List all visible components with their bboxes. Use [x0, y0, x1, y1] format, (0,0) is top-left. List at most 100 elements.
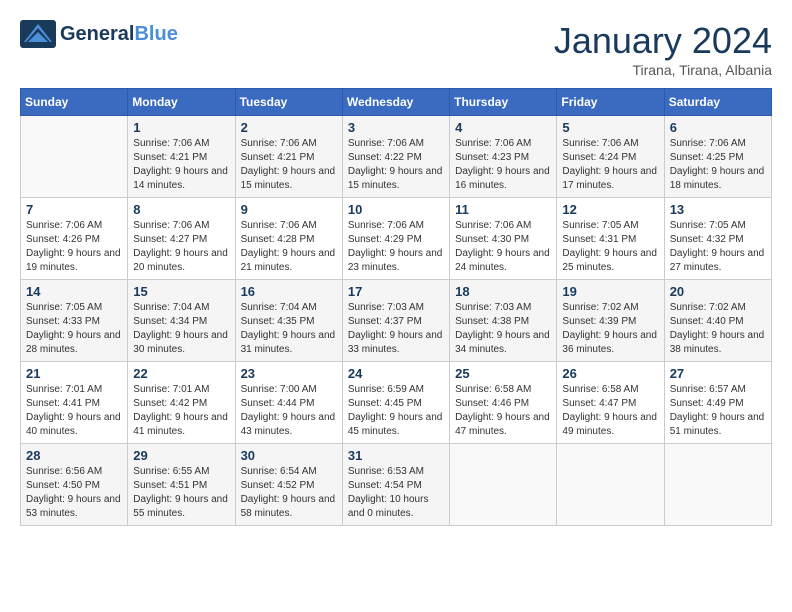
day-number: 8 [133, 202, 229, 217]
calendar-cell: 19 Sunrise: 7:02 AMSunset: 4:39 PMDayligh… [557, 280, 664, 362]
day-number: 16 [241, 284, 337, 299]
calendar-week-5: 28 Sunrise: 6:56 AMSunset: 4:50 PMDayligh… [21, 444, 772, 526]
day-info: Sunrise: 6:57 AMSunset: 4:49 PMDaylight:… [670, 383, 766, 439]
day-info: Sunrise: 7:01 AMSunset: 4:41 PMDaylight:… [26, 383, 122, 439]
logo: GeneralBlue [20, 20, 178, 48]
calendar-cell [450, 444, 557, 526]
day-info: Sunrise: 7:05 AMSunset: 4:31 PMDaylight:… [562, 219, 658, 275]
calendar-cell: 28 Sunrise: 6:56 AMSunset: 4:50 PMDayligh… [21, 444, 128, 526]
day-number: 2 [241, 120, 337, 135]
calendar-cell: 17 Sunrise: 7:03 AMSunset: 4:37 PMDayligh… [342, 280, 449, 362]
day-number: 21 [26, 366, 122, 381]
day-info: Sunrise: 7:02 AMSunset: 4:40 PMDaylight:… [670, 301, 766, 357]
calendar-cell: 8 Sunrise: 7:06 AMSunset: 4:27 PMDaylight… [128, 198, 235, 280]
calendar-cell: 3 Sunrise: 7:06 AMSunset: 4:22 PMDaylight… [342, 116, 449, 198]
calendar-cell [664, 444, 771, 526]
calendar-cell [557, 444, 664, 526]
day-number: 13 [670, 202, 766, 217]
day-info: Sunrise: 6:58 AMSunset: 4:46 PMDaylight:… [455, 383, 551, 439]
day-info: Sunrise: 7:06 AMSunset: 4:22 PMDaylight:… [348, 137, 444, 193]
day-info: Sunrise: 6:59 AMSunset: 4:45 PMDaylight:… [348, 383, 444, 439]
day-info: Sunrise: 7:06 AMSunset: 4:27 PMDaylight:… [133, 219, 229, 275]
calendar-week-1: 1 Sunrise: 7:06 AMSunset: 4:21 PMDaylight… [21, 116, 772, 198]
day-info: Sunrise: 6:56 AMSunset: 4:50 PMDaylight:… [26, 465, 122, 521]
calendar-cell: 18Sunrise: 7:03 AMSunset: 4:38 PMDayligh… [450, 280, 557, 362]
calendar-cell: 29Sunrise: 6:55 AMSunset: 4:51 PMDayligh… [128, 444, 235, 526]
day-header-saturday: Saturday [664, 89, 771, 116]
calendar-cell: 7 Sunrise: 7:06 AMSunset: 4:26 PMDaylight… [21, 198, 128, 280]
logo-general: General [60, 23, 134, 45]
day-header-friday: Friday [557, 89, 664, 116]
calendar-cell [21, 116, 128, 198]
day-header-monday: Monday [128, 89, 235, 116]
title-block: January 2024 Tirana, Tirana, Albania [554, 20, 772, 78]
day-number: 12 [562, 202, 658, 217]
day-number: 23 [241, 366, 337, 381]
day-info: Sunrise: 7:02 AMSunset: 4:39 PMDaylight:… [562, 301, 658, 357]
day-info: Sunrise: 7:03 AMSunset: 4:37 PMDaylight:… [348, 301, 444, 357]
day-info: Sunrise: 7:03 AMSunset: 4:38 PMDaylight:… [455, 301, 551, 357]
day-number: 27 [670, 366, 766, 381]
day-number: 6 [670, 120, 766, 135]
calendar-table: SundayMondayTuesdayWednesdayThursdayFrid… [20, 88, 772, 526]
day-number: 28 [26, 448, 122, 463]
day-info: Sunrise: 6:58 AMSunset: 4:47 PMDaylight:… [562, 383, 658, 439]
day-info: Sunrise: 7:00 AMSunset: 4:44 PMDaylight:… [241, 383, 337, 439]
day-number: 26 [562, 366, 658, 381]
calendar-cell: 15 Sunrise: 7:04 AMSunset: 4:34 PMDayligh… [128, 280, 235, 362]
calendar-cell: 12 Sunrise: 7:05 AMSunset: 4:31 PMDayligh… [557, 198, 664, 280]
calendar-cell: 22 Sunrise: 7:01 AMSunset: 4:42 PMDayligh… [128, 362, 235, 444]
day-number: 15 [133, 284, 229, 299]
day-info: Sunrise: 6:55 AMSunset: 4:51 PMDaylight:… [133, 465, 229, 521]
day-number: 1 [133, 120, 229, 135]
day-info: Sunrise: 7:06 AMSunset: 4:26 PMDaylight:… [26, 219, 122, 275]
calendar-cell: 25 Sunrise: 6:58 AMSunset: 4:46 PMDayligh… [450, 362, 557, 444]
day-number: 4 [455, 120, 551, 135]
calendar-cell: 27 Sunrise: 6:57 AMSunset: 4:49 PMDayligh… [664, 362, 771, 444]
day-header-sunday: Sunday [21, 89, 128, 116]
day-header-tuesday: Tuesday [235, 89, 342, 116]
day-number: 14 [26, 284, 122, 299]
calendar-week-2: 7 Sunrise: 7:06 AMSunset: 4:26 PMDaylight… [21, 198, 772, 280]
logo-blue: Blue [134, 23, 177, 45]
calendar-cell: 2Sunrise: 7:06 AMSunset: 4:21 PMDaylight… [235, 116, 342, 198]
calendar-cell: 14 Sunrise: 7:05 AMSunset: 4:33 PMDayligh… [21, 280, 128, 362]
calendar-cell: 16Sunrise: 7:04 AMSunset: 4:35 PMDayligh… [235, 280, 342, 362]
day-number: 25 [455, 366, 551, 381]
calendar-cell: 9Sunrise: 7:06 AMSunset: 4:28 PMDaylight… [235, 198, 342, 280]
calendar-cell: 6 Sunrise: 7:06 AMSunset: 4:25 PMDaylight… [664, 116, 771, 198]
day-number: 9 [241, 202, 337, 217]
day-number: 3 [348, 120, 444, 135]
day-header-wednesday: Wednesday [342, 89, 449, 116]
day-info: Sunrise: 7:01 AMSunset: 4:42 PMDaylight:… [133, 383, 229, 439]
calendar-cell: 21 Sunrise: 7:01 AMSunset: 4:41 PMDayligh… [21, 362, 128, 444]
day-number: 19 [562, 284, 658, 299]
calendar-cell: 23 Sunrise: 7:00 AMSunset: 4:44 PMDayligh… [235, 362, 342, 444]
calendar-cell: 1 Sunrise: 7:06 AMSunset: 4:21 PMDaylight… [128, 116, 235, 198]
day-number: 10 [348, 202, 444, 217]
day-number: 22 [133, 366, 229, 381]
day-number: 20 [670, 284, 766, 299]
day-info: Sunrise: 7:04 AMSunset: 4:34 PMDaylight:… [133, 301, 229, 357]
day-info: Sunrise: 7:06 AMSunset: 4:21 PMDaylight:… [133, 137, 229, 193]
day-info: Sunrise: 7:06 AMSunset: 4:23 PMDaylight:… [455, 137, 551, 193]
day-number: 5 [562, 120, 658, 135]
calendar-cell: 31 Sunrise: 6:53 AMSunset: 4:54 PMDayligh… [342, 444, 449, 526]
calendar-cell: 20 Sunrise: 7:02 AMSunset: 4:40 PMDayligh… [664, 280, 771, 362]
calendar-cell: 26 Sunrise: 6:58 AMSunset: 4:47 PMDayligh… [557, 362, 664, 444]
calendar-cell: 13Sunrise: 7:05 AMSunset: 4:32 PMDayligh… [664, 198, 771, 280]
day-number: 7 [26, 202, 122, 217]
day-number: 30 [241, 448, 337, 463]
day-number: 31 [348, 448, 444, 463]
day-info: Sunrise: 7:05 AMSunset: 4:33 PMDaylight:… [26, 301, 122, 357]
day-info: Sunrise: 6:53 AMSunset: 4:54 PMDaylight:… [348, 465, 444, 521]
day-info: Sunrise: 7:06 AMSunset: 4:25 PMDaylight:… [670, 137, 766, 193]
logo-icon [20, 20, 56, 48]
calendar-cell: 4 Sunrise: 7:06 AMSunset: 4:23 PMDaylight… [450, 116, 557, 198]
day-info: Sunrise: 7:06 AMSunset: 4:29 PMDaylight:… [348, 219, 444, 275]
day-info: Sunrise: 7:06 AMSunset: 4:24 PMDaylight:… [562, 137, 658, 193]
page-header: GeneralBlue January 2024 Tirana, Tirana,… [20, 20, 772, 78]
day-number: 24 [348, 366, 444, 381]
calendar-cell: 24 Sunrise: 6:59 AMSunset: 4:45 PMDayligh… [342, 362, 449, 444]
day-number: 17 [348, 284, 444, 299]
